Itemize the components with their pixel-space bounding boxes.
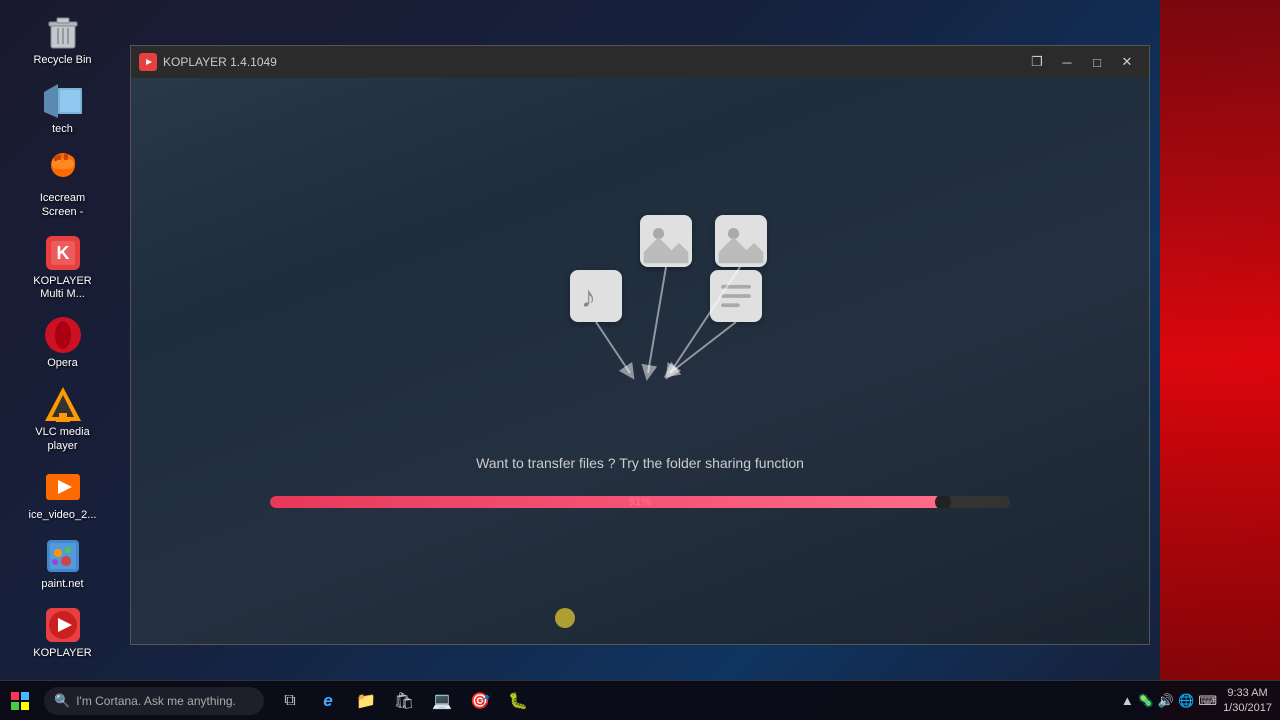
koplayer-window: KOPLAYER 1.4.1049 ❐ ─ □ ✕ bbox=[130, 45, 1150, 645]
restore-button[interactable]: ❐ bbox=[1023, 48, 1051, 76]
search-placeholder: I'm Cortana. Ask me anything. bbox=[76, 694, 236, 708]
koplayer-multi-label: KOPLAYER Multi M... bbox=[27, 275, 99, 301]
tray-icon-2: 🔊 bbox=[1158, 693, 1174, 709]
app6-button[interactable]: 🎯 bbox=[462, 683, 498, 719]
system-clock[interactable]: 9:33 AM 1/30/2017 bbox=[1223, 686, 1272, 715]
file-transfer-illustration: ♪ bbox=[500, 215, 780, 435]
store-button[interactable]: 🛍 bbox=[386, 683, 422, 719]
progress-fill bbox=[270, 496, 943, 508]
svg-text:♪: ♪ bbox=[581, 281, 596, 314]
desktop-icon-icecream[interactable]: Icecream Screen - bbox=[23, 146, 103, 222]
svg-text:K: K bbox=[56, 243, 69, 263]
recycle-bin-label: Recycle Bin bbox=[33, 54, 91, 67]
start-button[interactable] bbox=[0, 681, 40, 721]
tray-icon-4: ⌨ bbox=[1198, 693, 1217, 709]
opera-label: Opera bbox=[47, 357, 78, 370]
window-titlebar: KOPLAYER 1.4.1049 ❐ ─ □ ✕ bbox=[131, 46, 1149, 78]
music-icon: ♪ bbox=[570, 270, 622, 322]
file-explorer-button[interactable]: 📁 bbox=[348, 683, 384, 719]
system-tray: ▲ 🦠 🔊 🌐 ⌨ 9:33 AM 1/30/2017 bbox=[1113, 686, 1280, 715]
desktop-icon-recycle-bin[interactable]: Recycle Bin bbox=[23, 8, 103, 71]
photo-icon-1 bbox=[640, 215, 692, 267]
taskbar-app-icons: ⧉ e 📁 🛍 💻 🎯 🐛 bbox=[268, 683, 540, 719]
koplayer-multi-icon: K bbox=[43, 233, 83, 273]
mouse-cursor bbox=[555, 608, 575, 628]
desktop-icon-paintnet[interactable]: paint.net bbox=[23, 532, 103, 595]
tray-expand-icon[interactable]: ▲ bbox=[1121, 693, 1134, 708]
progress-track: 91% bbox=[270, 496, 1010, 508]
ice-video-icon bbox=[43, 467, 83, 507]
desktop-icon-opera[interactable]: Opera bbox=[23, 311, 103, 374]
doc-icon bbox=[710, 270, 762, 322]
opera-icon bbox=[43, 315, 83, 355]
close-button[interactable]: ✕ bbox=[1113, 48, 1141, 76]
desktop-icon-vlc[interactable]: VLC media player bbox=[23, 380, 103, 456]
vlc-label: VLC media player bbox=[27, 426, 99, 452]
window-content: ♪ bbox=[131, 78, 1149, 644]
photo-icon-2 bbox=[715, 215, 767, 267]
tray-icons: ▲ 🦠 🔊 🌐 ⌨ bbox=[1121, 693, 1217, 709]
taskbar: 🔍 I'm Cortana. Ask me anything. ⧉ e 📁 🛍 … bbox=[0, 680, 1280, 720]
minimize-button[interactable]: ─ bbox=[1053, 48, 1081, 76]
window-controls: ❐ ─ □ ✕ bbox=[1023, 48, 1141, 76]
maximize-button[interactable]: □ bbox=[1083, 48, 1111, 76]
desktop-icon-koplayer[interactable]: KOPLAYER bbox=[23, 601, 103, 664]
cmd-button[interactable]: 💻 bbox=[424, 683, 460, 719]
edge-button[interactable]: e bbox=[310, 683, 346, 719]
ice-video-label: ice_video_2... bbox=[29, 509, 97, 522]
window-title: KOPLAYER 1.4.1049 bbox=[163, 55, 1023, 69]
clock-date: 1/30/2017 bbox=[1223, 701, 1272, 715]
paintnet-icon bbox=[43, 536, 83, 576]
tray-icon-3: 🌐 bbox=[1178, 693, 1194, 709]
app7-button[interactable]: 🐛 bbox=[500, 683, 536, 719]
clock-time: 9:33 AM bbox=[1227, 686, 1267, 700]
progress-container: 91% bbox=[270, 496, 1010, 508]
icecream-icon bbox=[43, 150, 83, 190]
taskbar-search-box[interactable]: 🔍 I'm Cortana. Ask me anything. bbox=[44, 687, 264, 715]
task-view-button[interactable]: ⧉ bbox=[272, 683, 308, 719]
koplayer-title-icon bbox=[139, 53, 157, 71]
desktop-icons-sidebar: Recycle Bin tech bbox=[0, 0, 125, 680]
search-icon: 🔍 bbox=[54, 693, 70, 709]
desktop-icon-tech[interactable]: tech bbox=[23, 77, 103, 140]
icecream-label: Icecream Screen - bbox=[27, 192, 99, 218]
tray-icon-1: 🦠 bbox=[1138, 693, 1154, 709]
desktop-icon-ice-video[interactable]: ice_video_2... bbox=[23, 463, 103, 526]
desktop-icon-koplayer-multi[interactable]: K KOPLAYER Multi M... bbox=[23, 229, 103, 305]
paintnet-label: paint.net bbox=[41, 578, 83, 591]
koplayer-icon bbox=[43, 605, 83, 645]
tech-label: tech bbox=[52, 123, 73, 136]
transfer-text: Want to transfer files ? Try the folder … bbox=[476, 455, 804, 471]
recycle-bin-icon bbox=[43, 12, 83, 52]
progress-ball bbox=[935, 496, 951, 508]
tech-icon bbox=[43, 81, 83, 121]
koplayer-label: KOPLAYER bbox=[33, 647, 92, 660]
desktop: Recycle Bin tech bbox=[0, 0, 1280, 720]
vlc-icon bbox=[43, 384, 83, 424]
